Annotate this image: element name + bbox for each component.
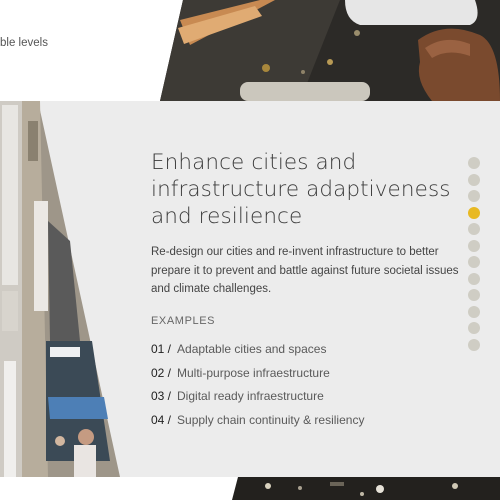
section-description: Re-design our cities and re-invent infra…: [151, 246, 459, 296]
example-number: 02 /: [151, 365, 172, 380]
bottom-photo-strip: [232, 477, 500, 500]
example-item: 04 / Supply chain continuity & resiliency: [151, 412, 364, 436]
pager-dot[interactable]: [468, 157, 480, 169]
pager-dot[interactable]: [468, 239, 480, 252]
pager-dot[interactable]: [468, 272, 480, 285]
city-street-photo: [0, 101, 120, 477]
example-item: 01 / Adaptable cities and spaces: [151, 341, 364, 365]
example-label: Digital ready infraestructure: [177, 389, 324, 403]
example-number: 04 /: [151, 412, 172, 427]
pager-dot[interactable]: [468, 305, 480, 318]
examples-list: 01 / Adaptable cities and spaces 02 / Mult…: [151, 341, 364, 435]
pager-dot[interactable]: [468, 322, 480, 334]
pager-dot[interactable]: [468, 256, 480, 268]
section-pager: [468, 157, 480, 355]
pager-dot[interactable]: [468, 223, 480, 235]
example-number: 01 /: [151, 342, 172, 356]
example-number: 03 /: [151, 389, 172, 403]
example-item: 03 / Digital ready infraestructure: [151, 388, 364, 412]
pager-dot[interactable]: [468, 190, 480, 202]
example-label: Supply chain continuity & resiliency: [177, 412, 365, 427]
pager-dot-active[interactable]: [468, 206, 480, 219]
pager-dot[interactable]: [468, 289, 480, 301]
pager-dot[interactable]: [468, 338, 480, 351]
section-heading: Enhance cities and infrastructure adapti…: [151, 150, 451, 229]
example-label: Adaptable cities and spaces: [177, 342, 327, 356]
top-photo-strip: [160, 0, 500, 101]
example-label: Multi-purpose infraestructure: [177, 365, 330, 380]
example-item: 02 / Multi-purpose infraestructure: [151, 365, 364, 389]
examples-title: EXAMPLES: [151, 315, 216, 327]
pager-dot[interactable]: [468, 173, 480, 186]
top-fragment-text: ble levels: [0, 37, 48, 49]
